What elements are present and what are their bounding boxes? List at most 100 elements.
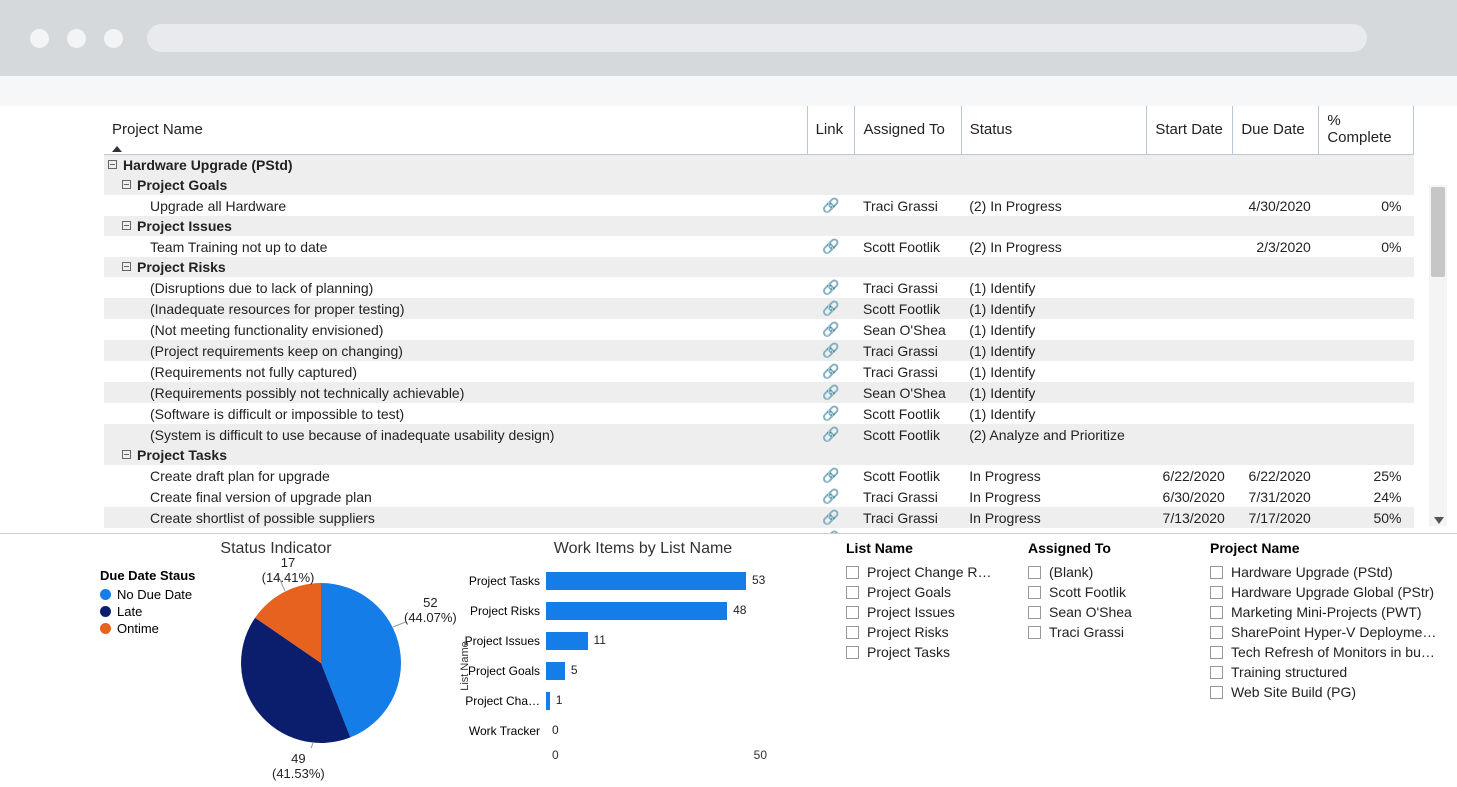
table-row[interactable]: Upgrade all Hardware🔗Traci Grassi(2) In … — [104, 195, 1414, 216]
filter-item[interactable]: Project Risks — [846, 622, 996, 642]
link-icon[interactable]: 🔗 — [822, 300, 839, 316]
checkbox[interactable] — [1210, 566, 1223, 579]
link-icon[interactable]: 🔗 — [822, 342, 839, 358]
checkbox[interactable] — [1210, 686, 1223, 699]
cell-link[interactable]: 🔗 — [807, 486, 855, 507]
cell-link[interactable]: 🔗 — [807, 403, 855, 424]
table-row[interactable]: (Disruptions due to lack of planning)🔗Tr… — [104, 277, 1414, 298]
link-icon[interactable]: 🔗 — [822, 426, 839, 442]
grid-scroll-area[interactable]: Project Name Link Assigned To Status Sta… — [0, 106, 1457, 534]
checkbox[interactable] — [1028, 626, 1041, 639]
cell-link[interactable]: 🔗 — [807, 195, 855, 216]
link-icon[interactable]: 🔗 — [822, 321, 839, 337]
link-icon[interactable]: 🔗 — [822, 279, 839, 295]
checkbox[interactable] — [846, 606, 859, 619]
filter-item[interactable]: Hardware Upgrade (PStd) — [1210, 562, 1440, 582]
filter-item[interactable]: Training structured — [1210, 662, 1440, 682]
checkbox[interactable] — [1210, 666, 1223, 679]
col-due-date[interactable]: Due Date — [1233, 106, 1319, 155]
table-row[interactable]: (Not meeting functionality envisioned)🔗S… — [104, 319, 1414, 340]
table-row[interactable]: (Inadequate resources for proper testing… — [104, 298, 1414, 319]
cell-link[interactable]: 🔗 — [807, 361, 855, 382]
checkbox[interactable] — [846, 626, 859, 639]
checkbox[interactable] — [1028, 586, 1041, 599]
collapse-icon[interactable] — [122, 450, 131, 459]
link-icon[interactable]: 🔗 — [822, 530, 839, 534]
checkbox[interactable] — [1210, 586, 1223, 599]
table-row[interactable]: (Project requirements keep on changing)🔗… — [104, 340, 1414, 361]
table-row[interactable]: Create shortlist of possible suppliers🔗T… — [104, 507, 1414, 528]
scrollbar-thumb[interactable] — [1431, 187, 1445, 277]
group-row[interactable]: Project Tasks — [104, 445, 1414, 465]
scroll-down-icon[interactable] — [1434, 517, 1444, 524]
col-link[interactable]: Link — [807, 106, 855, 155]
cell-link[interactable]: 🔗 — [807, 528, 855, 534]
grid-scrollbar[interactable] — [1429, 185, 1447, 526]
table-row[interactable]: Create draft plan for upgrade🔗Scott Foot… — [104, 465, 1414, 486]
link-icon[interactable]: 🔗 — [822, 467, 839, 483]
checkbox[interactable] — [1210, 626, 1223, 639]
checkbox[interactable] — [1210, 646, 1223, 659]
cell-link[interactable]: 🔗 — [807, 298, 855, 319]
cell-link[interactable]: 🔗 — [807, 424, 855, 445]
col-pct-complete[interactable]: % Complete — [1319, 106, 1414, 155]
collapse-icon[interactable] — [108, 160, 117, 169]
cell-link[interactable]: 🔗 — [807, 277, 855, 298]
checkbox[interactable] — [846, 586, 859, 599]
group-row[interactable]: Project Risks — [104, 257, 1414, 277]
group-row[interactable]: Hardware Upgrade (PStd) — [104, 155, 1414, 176]
traffic-dot[interactable] — [67, 29, 86, 48]
filter-item[interactable]: Scott Footlik — [1028, 582, 1178, 602]
traffic-dot[interactable] — [30, 29, 49, 48]
link-icon[interactable]: 🔗 — [822, 384, 839, 400]
filter-item[interactable]: Sean O'Shea — [1028, 602, 1178, 622]
table-row[interactable]: (Requirements not fully captured)🔗Traci … — [104, 361, 1414, 382]
checkbox[interactable] — [1210, 606, 1223, 619]
link-icon[interactable]: 🔗 — [822, 405, 839, 421]
filter-item[interactable]: Project Issues — [846, 602, 996, 622]
table-row[interactable]: Create final version of upgrade plan🔗Tra… — [104, 486, 1414, 507]
url-bar[interactable] — [147, 24, 1367, 52]
filter-item[interactable]: SharePoint Hyper-V Deployme… — [1210, 622, 1440, 642]
filter-item[interactable]: (Blank) — [1028, 562, 1178, 582]
filter-item[interactable]: Web Site Build (PG) — [1210, 682, 1440, 702]
link-icon[interactable]: 🔗 — [822, 509, 839, 525]
checkbox[interactable] — [1028, 606, 1041, 619]
collapse-icon[interactable] — [122, 180, 131, 189]
link-icon[interactable]: 🔗 — [822, 363, 839, 379]
checkbox[interactable] — [846, 566, 859, 579]
cell-link[interactable]: 🔗 — [807, 382, 855, 403]
filter-item[interactable]: Marketing Mini-Projects (PWT) — [1210, 602, 1440, 622]
checkbox[interactable] — [846, 646, 859, 659]
cell-link[interactable]: 🔗 — [807, 236, 855, 257]
link-icon[interactable]: 🔗 — [822, 197, 839, 213]
filter-item[interactable]: Project Goals — [846, 582, 996, 602]
group-row[interactable]: Project Issues — [104, 216, 1414, 236]
collapse-icon[interactable] — [122, 221, 131, 230]
filter-item[interactable]: Hardware Upgrade Global (PStr) — [1210, 582, 1440, 602]
link-icon[interactable]: 🔗 — [822, 238, 839, 254]
cell-link[interactable]: 🔗 — [807, 340, 855, 361]
table-row[interactable]: Get Budget Signoff🔗Traci GrassiWaiting o… — [104, 528, 1414, 534]
table-row[interactable]: (Requirements possibly not technically a… — [104, 382, 1414, 403]
filter-item[interactable]: Traci Grassi — [1028, 622, 1178, 642]
col-start-date[interactable]: Start Date — [1147, 106, 1233, 155]
legend-item[interactable]: Ontime — [100, 621, 195, 636]
legend-item[interactable]: No Due Date — [100, 587, 195, 602]
table-row[interactable]: Team Training not up to date🔗Scott Footl… — [104, 236, 1414, 257]
link-icon[interactable]: 🔗 — [822, 488, 839, 504]
col-assigned-to[interactable]: Assigned To — [855, 106, 961, 155]
collapse-icon[interactable] — [122, 262, 131, 271]
table-row[interactable]: (System is difficult to use because of i… — [104, 424, 1414, 445]
table-row[interactable]: (Software is difficult or impossible to … — [104, 403, 1414, 424]
legend-item[interactable]: Late — [100, 604, 195, 619]
filter-item[interactable]: Tech Refresh of Monitors in bu… — [1210, 642, 1440, 662]
checkbox[interactable] — [1028, 566, 1041, 579]
cell-link[interactable]: 🔗 — [807, 465, 855, 486]
traffic-dot[interactable] — [104, 29, 123, 48]
col-status[interactable]: Status — [961, 106, 1147, 155]
cell-link[interactable]: 🔗 — [807, 507, 855, 528]
filter-item[interactable]: Project Change R… — [846, 562, 996, 582]
cell-link[interactable]: 🔗 — [807, 319, 855, 340]
group-row[interactable]: Project Goals — [104, 175, 1414, 195]
